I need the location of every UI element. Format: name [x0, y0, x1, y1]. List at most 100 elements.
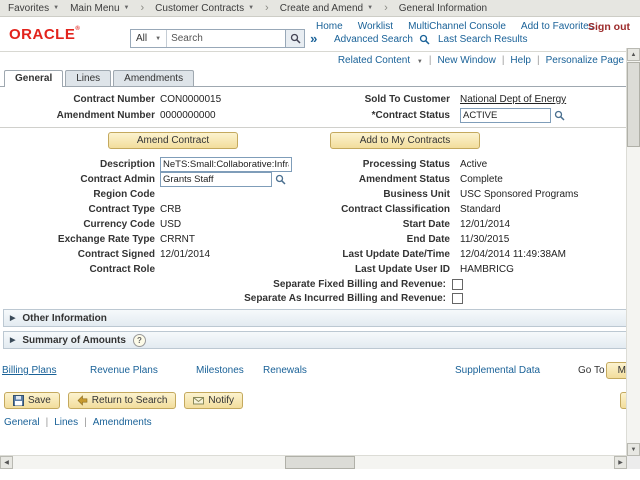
form-row: Contract Signed 12/01/2014 Last Update D… — [0, 247, 640, 262]
tab-amendments[interactable]: Amendments — [113, 70, 194, 86]
horizontal-scrollbar[interactable]: ◀ ▶ — [0, 455, 627, 469]
milestones-link[interactable]: Milestones — [196, 365, 244, 376]
breadcrumb-label: Customer Contracts — [155, 3, 244, 14]
last-update-user-value: HAMBRICG — [455, 264, 640, 275]
last-update-user-label: Last Update User ID — [325, 264, 455, 275]
scrollbar-corner — [627, 456, 640, 469]
form-row: Currency Code USD Start Date 12/01/2014 — [0, 217, 640, 232]
contract-classification-value: Standard — [455, 204, 640, 215]
breadcrumb-item-general-information[interactable]: General Information — [399, 3, 487, 14]
header: ORACLE® All ▼ » Advanced Search — [0, 17, 640, 52]
contract-signed-label: Contract Signed — [0, 249, 160, 260]
amend-contract-button[interactable]: Amend Contract — [108, 132, 238, 149]
search-input[interactable] — [167, 33, 285, 44]
breadcrumb-item-create-and-amend[interactable]: Create and Amend ▼ — [280, 3, 373, 14]
contract-type-value: CRB — [160, 204, 325, 215]
caret-down-icon: ▼ — [155, 36, 161, 42]
search-scope-dropdown[interactable]: All ▼ — [131, 30, 167, 47]
section-other-information[interactable]: ▶ Other Information — [3, 309, 637, 327]
currency-code-value: USD — [160, 219, 325, 230]
section-label: Summary of Amounts — [22, 335, 126, 346]
start-date-label: Start Date — [325, 219, 455, 230]
contract-status-lookup-button[interactable] — [554, 110, 565, 121]
separate-incurred-checkbox[interactable] — [452, 293, 463, 304]
breadcrumb-item-customer-contracts[interactable]: Customer Contracts ▼ — [155, 3, 254, 14]
footer-lines-link[interactable]: Lines — [54, 417, 78, 428]
horizontal-scroll-thumb[interactable] — [285, 456, 355, 469]
section-summary-of-amounts[interactable]: ▶ Summary of Amounts ? — [3, 331, 637, 349]
amendment-number-value: 0000000000 — [160, 110, 325, 121]
search-expand-icon[interactable]: » — [310, 31, 317, 46]
billing-plans-link[interactable]: Billing Plans — [2, 365, 56, 376]
add-to-favorites-link[interactable]: Add to Favorites — [521, 21, 594, 32]
scroll-left-button[interactable]: ◀ — [0, 456, 13, 469]
footer-general-link[interactable]: General — [4, 417, 40, 428]
processing-status-value: Active — [455, 159, 640, 170]
save-button[interactable]: Save — [4, 392, 60, 409]
search-button[interactable] — [286, 29, 305, 48]
separator: | — [84, 417, 87, 428]
description-input[interactable] — [160, 157, 292, 172]
sold-to-customer-value[interactable]: National Dept of Energy — [460, 94, 566, 105]
business-unit-label: Business Unit — [325, 189, 455, 200]
action-buttons-row: Amend Contract Add to My Contracts — [0, 131, 640, 150]
scroll-right-button[interactable]: ▶ — [614, 456, 627, 469]
tab-general[interactable]: General — [4, 70, 63, 87]
last-search-results-link[interactable]: Last Search Results — [438, 34, 528, 45]
contract-status-input[interactable] — [460, 108, 551, 123]
form-row: Contract Role Last Update User ID HAMBRI… — [0, 262, 640, 277]
vertical-scrollbar[interactable]: ▲ ▼ — [626, 48, 640, 456]
footer-amendments-link[interactable]: Amendments — [93, 417, 152, 428]
new-window-link[interactable]: New Window — [437, 55, 495, 66]
form-row: Region Code Business Unit USC Sponsored … — [0, 187, 640, 202]
form-row: Separate Fixed Billing and Revenue: — [0, 277, 640, 291]
currency-code-label: Currency Code — [0, 219, 160, 230]
start-date-value: 12/01/2014 — [455, 219, 640, 230]
help-icon[interactable]: ? — [133, 334, 146, 347]
personalize-page-link[interactable]: Personalize Page — [546, 55, 624, 66]
supplemental-data-link[interactable]: Supplemental Data — [455, 365, 540, 376]
home-link[interactable]: Home — [316, 21, 343, 32]
separator: | — [502, 55, 505, 66]
separator: | — [429, 55, 432, 66]
search-icon — [290, 33, 301, 44]
scroll-down-button[interactable]: ▼ — [627, 443, 640, 456]
related-content-link[interactable]: Related Content ▼ — [338, 55, 423, 66]
add-to-my-contracts-button[interactable]: Add to My Contracts — [330, 132, 480, 149]
business-unit-value: USC Sponsored Programs — [455, 189, 640, 200]
sold-to-customer-label: Sold To Customer — [325, 94, 455, 105]
breadcrumb-chevron-icon: › — [141, 3, 145, 14]
contract-admin-input[interactable] — [160, 172, 272, 187]
divider — [0, 127, 640, 128]
worklist-link[interactable]: Worklist — [358, 21, 393, 32]
breadcrumb-chevron-icon: › — [265, 3, 269, 14]
amendment-status-value: Complete — [455, 174, 640, 185]
caret-down-icon: ▼ — [417, 59, 423, 65]
lookup-icon — [554, 110, 565, 121]
notify-button[interactable]: Notify — [184, 392, 243, 409]
form-row: Contract Number CON0000015 Sold To Custo… — [0, 92, 640, 107]
tab-lines[interactable]: Lines — [65, 70, 111, 86]
form-row: Amendment Number 0000000000 *Contract St… — [0, 107, 640, 123]
vertical-scroll-thumb[interactable] — [627, 62, 640, 147]
return-to-search-button[interactable]: Return to Search — [68, 392, 177, 409]
revenue-plans-link[interactable]: Revenue Plans — [90, 365, 158, 376]
breadcrumb-item-main-menu[interactable]: Main Menu ▼ — [70, 3, 129, 14]
separator: | — [46, 417, 49, 428]
breadcrumb-label: Main Menu — [70, 3, 119, 14]
scroll-up-button[interactable]: ▲ — [627, 48, 640, 61]
end-date-value: 11/30/2015 — [455, 234, 640, 245]
renewals-link[interactable]: Renewals — [263, 365, 307, 376]
advanced-search-link[interactable]: Advanced Search — [334, 34, 413, 45]
help-link[interactable]: Help — [510, 55, 531, 66]
contract-classification-label: Contract Classification — [325, 204, 455, 215]
separate-fixed-checkbox[interactable] — [452, 279, 463, 290]
last-search-icon — [419, 34, 430, 45]
multichannel-console-link[interactable]: MultiChannel Console — [408, 21, 506, 32]
breadcrumb-item-favorites[interactable]: Favorites ▼ — [8, 3, 59, 14]
contract-admin-lookup-button[interactable] — [275, 174, 286, 185]
form-row: Exchange Rate Type CRRNT End Date 11/30/… — [0, 232, 640, 247]
expand-triangle-icon: ▶ — [10, 336, 15, 344]
contract-number-value: CON0000015 — [160, 94, 325, 105]
sign-out-link[interactable]: Sign out — [588, 21, 630, 33]
